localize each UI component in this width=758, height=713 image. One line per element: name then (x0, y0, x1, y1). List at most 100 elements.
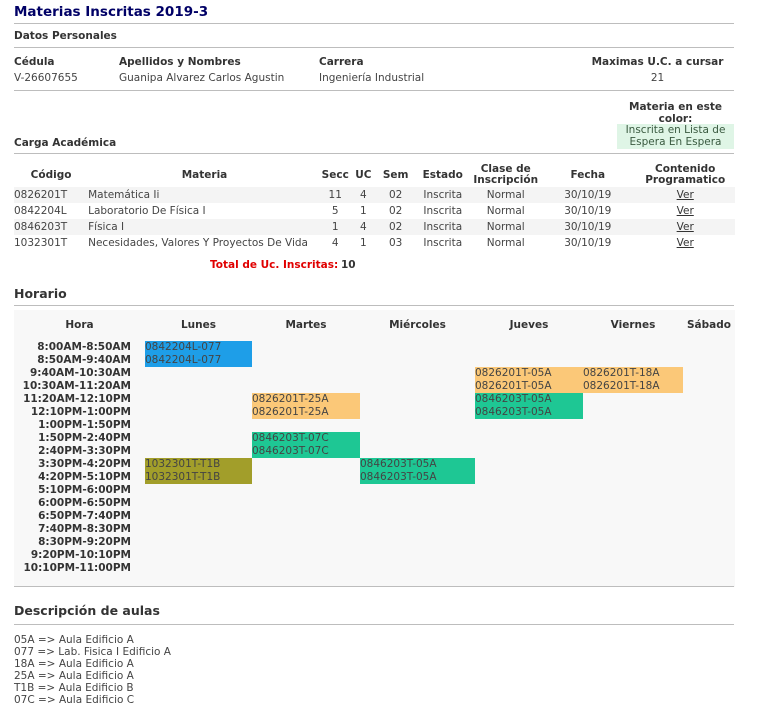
schedule-cell (360, 393, 475, 406)
schedule-cell (475, 471, 583, 484)
legend-box-line-1: Inscrita en Lista de (625, 124, 726, 136)
time-slot: 7:40PM-8:30PM (38, 523, 131, 535)
schedule-cell (583, 536, 683, 549)
schedule-cell (145, 562, 252, 575)
schedule-cell (145, 445, 252, 458)
list-item: 077 => Lab. Fisica I Edificio A (14, 646, 171, 658)
schedule-cell (683, 393, 735, 406)
schedule-cell (252, 549, 360, 562)
table-row: 11:20AM-12:10PM 0826201T-25A 0846203T-05A (14, 393, 735, 406)
cell-sem: 02 (377, 187, 415, 203)
schedule-cell (475, 484, 583, 497)
cell-clase: Normal (471, 187, 541, 203)
table-row: 3:30PM-4:20PM 1032301T-T1B 0846203T-05A (14, 458, 735, 471)
schedule-block: 1032301T-T1B (145, 471, 252, 484)
schedule-cell (360, 354, 475, 367)
time-slot: 6:50PM-7:40PM (38, 510, 131, 522)
time-slot: 10:10PM-11:00PM (23, 562, 132, 574)
schedule-cell (145, 393, 252, 406)
nombre-value: Guanipa Alvarez Carlos Agustin (119, 72, 285, 84)
uc-label: Maximas U.C. a cursar (591, 56, 724, 68)
schedule-cell (683, 341, 735, 354)
schedule-cell (145, 536, 252, 549)
schedule-block: 0846203T-07C (252, 445, 360, 458)
table-row: 6:00PM-6:50PM (14, 497, 735, 510)
table-row: 9:20PM-10:10PM (14, 549, 735, 562)
schedule-cell (475, 549, 583, 562)
day-header: Sábado (687, 319, 731, 331)
table-row: 9:40AM-10:30AM 0826201T-05A 0826201T-18A (14, 367, 735, 380)
schedule-cell (583, 510, 683, 523)
carga-divider (14, 153, 734, 154)
table-row: 12:10PM-1:00PM 0826201T-25A 0846203T-05A (14, 406, 735, 419)
table-row: 6:50PM-7:40PM (14, 510, 735, 523)
aulas-divider (14, 624, 734, 625)
cell-codigo: 0842204L (14, 205, 67, 217)
schedule-cell (360, 484, 475, 497)
cell-sem: 03 (388, 237, 403, 249)
time-slot: 1:50PM-2:40PM (38, 432, 131, 444)
schedule-cell (145, 497, 252, 510)
schedule-block: 0846203T-05A (475, 406, 583, 419)
schedule-cell (145, 484, 252, 497)
cell-secc: 5 (331, 205, 339, 217)
list-item: T1B => Aula Edificio B (14, 682, 134, 694)
schedule-cell (683, 432, 735, 445)
schedule-block: 0826201T-25A (252, 393, 360, 406)
table-row: 1:50PM-2:40PM 0846203T-07C (14, 432, 735, 445)
schedule-cell (583, 419, 683, 432)
day-header: Martes (285, 319, 327, 331)
schedule-cell (475, 523, 583, 536)
time-slot: 1:00PM-1:50PM (38, 419, 131, 431)
schedule-cell (683, 510, 735, 523)
personal-bottom-divider (14, 90, 734, 91)
ver-link[interactable]: Ver (677, 205, 694, 217)
schedule-cell (252, 341, 360, 354)
aulas-list: 05A => Aula Edificio A 077 => Lab. Fisic… (14, 634, 171, 706)
ver-link[interactable]: Ver (677, 237, 694, 249)
col-estado: Estado (422, 168, 463, 181)
schedule-cell (475, 445, 583, 458)
schedule-cell (145, 523, 252, 536)
horario-bottom-divider (14, 586, 734, 587)
cell-uc: 4 (349, 219, 378, 235)
schedule-block: 0826201T-05A (475, 367, 583, 380)
table-row: 1:00PM-1:50PM (14, 419, 735, 432)
schedule-cell (252, 562, 360, 575)
cell-fecha: 30/10/19 (540, 219, 636, 235)
schedule-cell (583, 354, 683, 367)
schedule-cell (145, 380, 252, 393)
schedule-cell (583, 432, 683, 445)
schedule-block: 0842204L-077 (145, 341, 252, 354)
schedule-cell (252, 380, 360, 393)
schedule-cell (583, 549, 683, 562)
schedule-cell (360, 341, 475, 354)
cell-fecha: 30/10/19 (564, 237, 612, 249)
schedule-cell (252, 471, 360, 484)
table-row: 0842204L Laboratorio De Física I 5 1 02 … (14, 203, 735, 219)
cell-sem: 02 (388, 205, 403, 217)
schedule-block: 0826201T-25A (252, 406, 360, 419)
schedule-cell (583, 445, 683, 458)
cell-materia: Laboratorio De Física I (88, 205, 206, 217)
cell-contenido: Ver (635, 203, 735, 219)
table-row: 0826201T Matemática Ii 11 4 02 Inscrita … (14, 187, 735, 203)
day-header: Viernes (610, 319, 656, 331)
ver-link[interactable]: Ver (677, 189, 694, 201)
schedule-block: 1032301T-T1B (145, 458, 252, 471)
time-slot: 8:30PM-9:20PM (38, 536, 131, 548)
schedule-cell (252, 497, 360, 510)
carga-table: Código Materia Secc UC Sem Estado Clase … (14, 163, 735, 251)
schedule-block: 0846203T-05A (360, 471, 475, 484)
ver-link[interactable]: Ver (677, 221, 694, 233)
cell-secc: 1 (320, 219, 350, 235)
schedule-cell (583, 458, 683, 471)
table-row: 5:10PM-6:00PM (14, 484, 735, 497)
schedule-block: 0846203T-05A (475, 393, 583, 406)
col-clase: Clase de Inscripción (471, 163, 540, 187)
schedule-cell (360, 419, 475, 432)
schedule-cell (683, 380, 735, 393)
cell-secc: 11 (320, 187, 350, 203)
schedule-cell (360, 367, 475, 380)
schedule-cell (683, 562, 735, 575)
